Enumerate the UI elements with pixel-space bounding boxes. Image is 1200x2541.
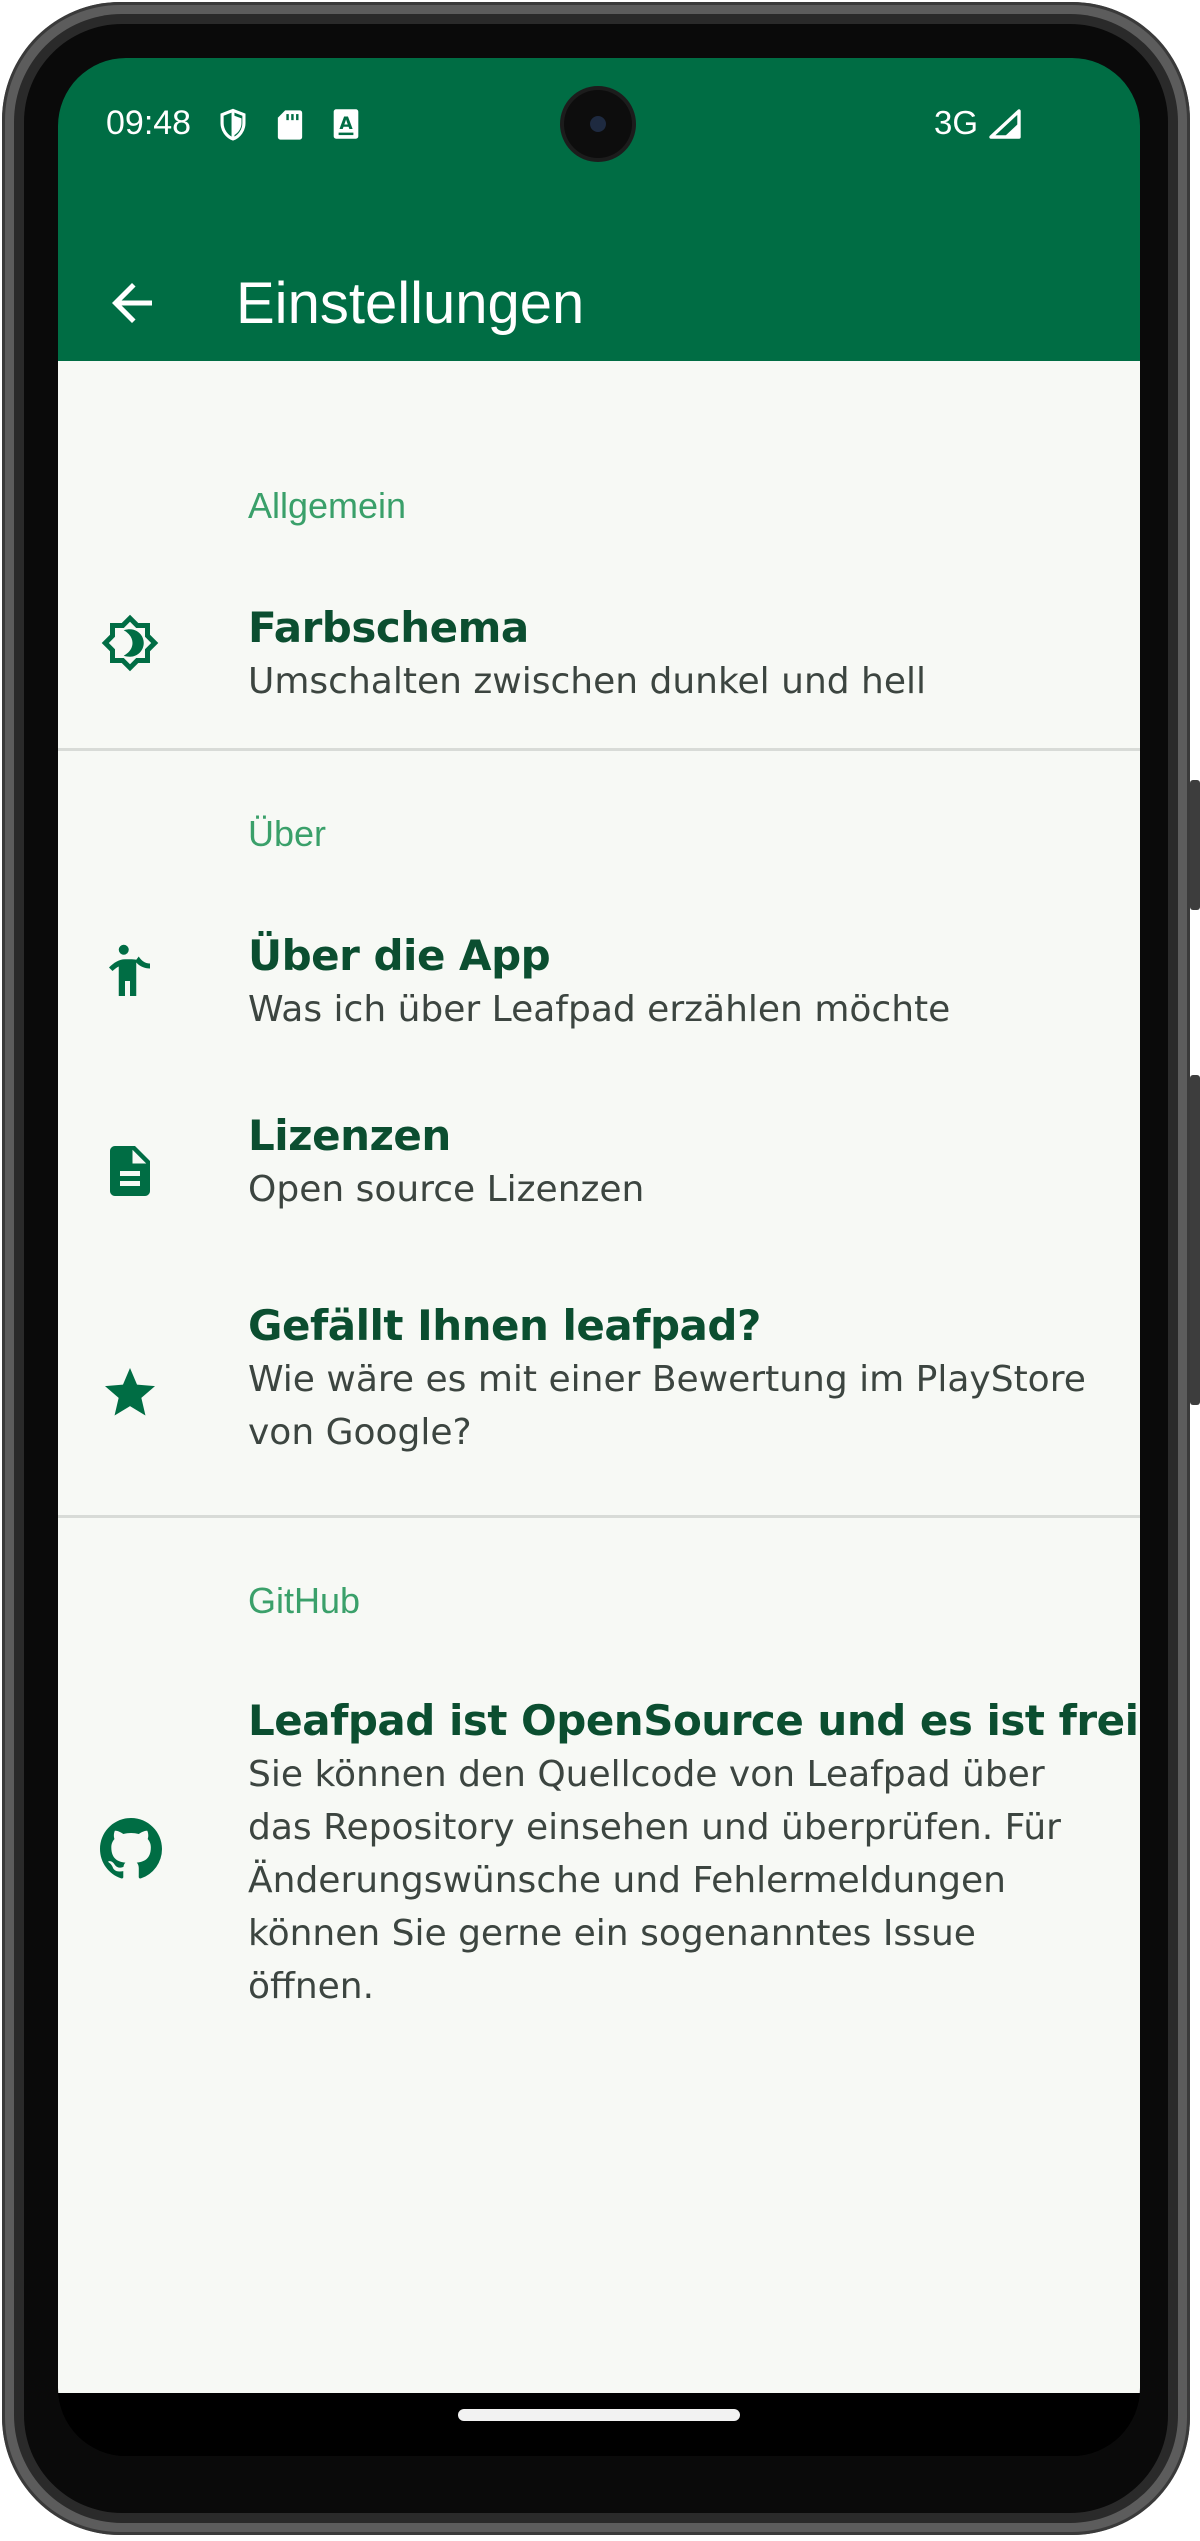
status-time: 09:48	[106, 104, 192, 142]
pref-summary: Sie können den Quellcode von Leafpad übe…	[248, 1754, 1061, 2007]
page-title: Einstellungen	[236, 271, 585, 336]
person-icon	[100, 941, 160, 1001]
volume-button	[1190, 780, 1200, 910]
pref-rate-app[interactable]: Gefällt Ihnen leafpad? Wie wäre es mit e…	[58, 1255, 1140, 1495]
github-icon	[100, 1818, 162, 1879]
pref-summary: Wie wäre es mit einer Bewertung im PlayS…	[248, 1359, 1086, 1453]
svg-text:A: A	[339, 114, 353, 134]
document-icon	[100, 1141, 160, 1201]
device-frame: 09:48 A 3G Einstellungen Allgemein Farbs…	[0, 0, 1200, 2541]
section-header-general: Allgemein	[248, 485, 407, 526]
pref-title: Über die App	[248, 931, 551, 980]
pref-summary: Open source Lizenzen	[248, 1169, 645, 1210]
section-divider	[58, 1515, 1140, 1518]
pref-color-scheme[interactable]: Farbschema Umschalten zwischen dunkel un…	[58, 547, 1140, 737]
pref-title: Gefällt Ihnen leafpad?	[248, 1301, 761, 1350]
pref-title: Lizenzen	[248, 1111, 451, 1160]
pref-summary: Was ich über Leafpad erzählen möchte	[248, 989, 951, 1030]
settings-list: Allgemein Farbschema Umschalten zwischen…	[58, 361, 1140, 2393]
network-type: 3G	[934, 104, 979, 141]
signal-icon	[988, 108, 1022, 142]
star-icon	[100, 1363, 160, 1423]
front-camera	[564, 90, 632, 158]
arrow-back-icon	[112, 283, 152, 323]
section-divider	[58, 748, 1140, 751]
section-header-github: GitHub	[248, 1580, 361, 1621]
keyboard-icon: A	[332, 108, 362, 142]
section-header-about: Über	[248, 813, 327, 854]
pref-summary: Umschalten zwischen dunkel und hell	[248, 661, 927, 702]
navigation-bar	[58, 2393, 1140, 2456]
pref-github[interactable]: Leafpad ist OpenSource und es ist frei S…	[58, 1642, 1140, 2042]
power-button	[1190, 1075, 1200, 1405]
pref-about-app[interactable]: Über die App Was ich über Leafpad erzähl…	[58, 875, 1140, 1065]
pref-licenses[interactable]: Lizenzen Open source Lizenzen	[58, 1065, 1140, 1255]
screen: 09:48 A 3G Einstellungen Allgemein Farbs…	[58, 58, 1140, 2456]
sd-card-icon	[276, 108, 306, 142]
back-button[interactable]	[102, 273, 162, 333]
pref-title: Farbschema	[248, 603, 529, 652]
shield-icon	[218, 108, 248, 142]
home-indicator[interactable]	[458, 2409, 740, 2421]
pref-title: Leafpad ist OpenSource und es ist frei	[248, 1696, 1139, 1745]
app-bar: 09:48 A 3G Einstellungen	[58, 58, 1140, 361]
status-bar: 09:48 A 3G	[58, 58, 1140, 188]
brightness-icon	[100, 613, 160, 673]
